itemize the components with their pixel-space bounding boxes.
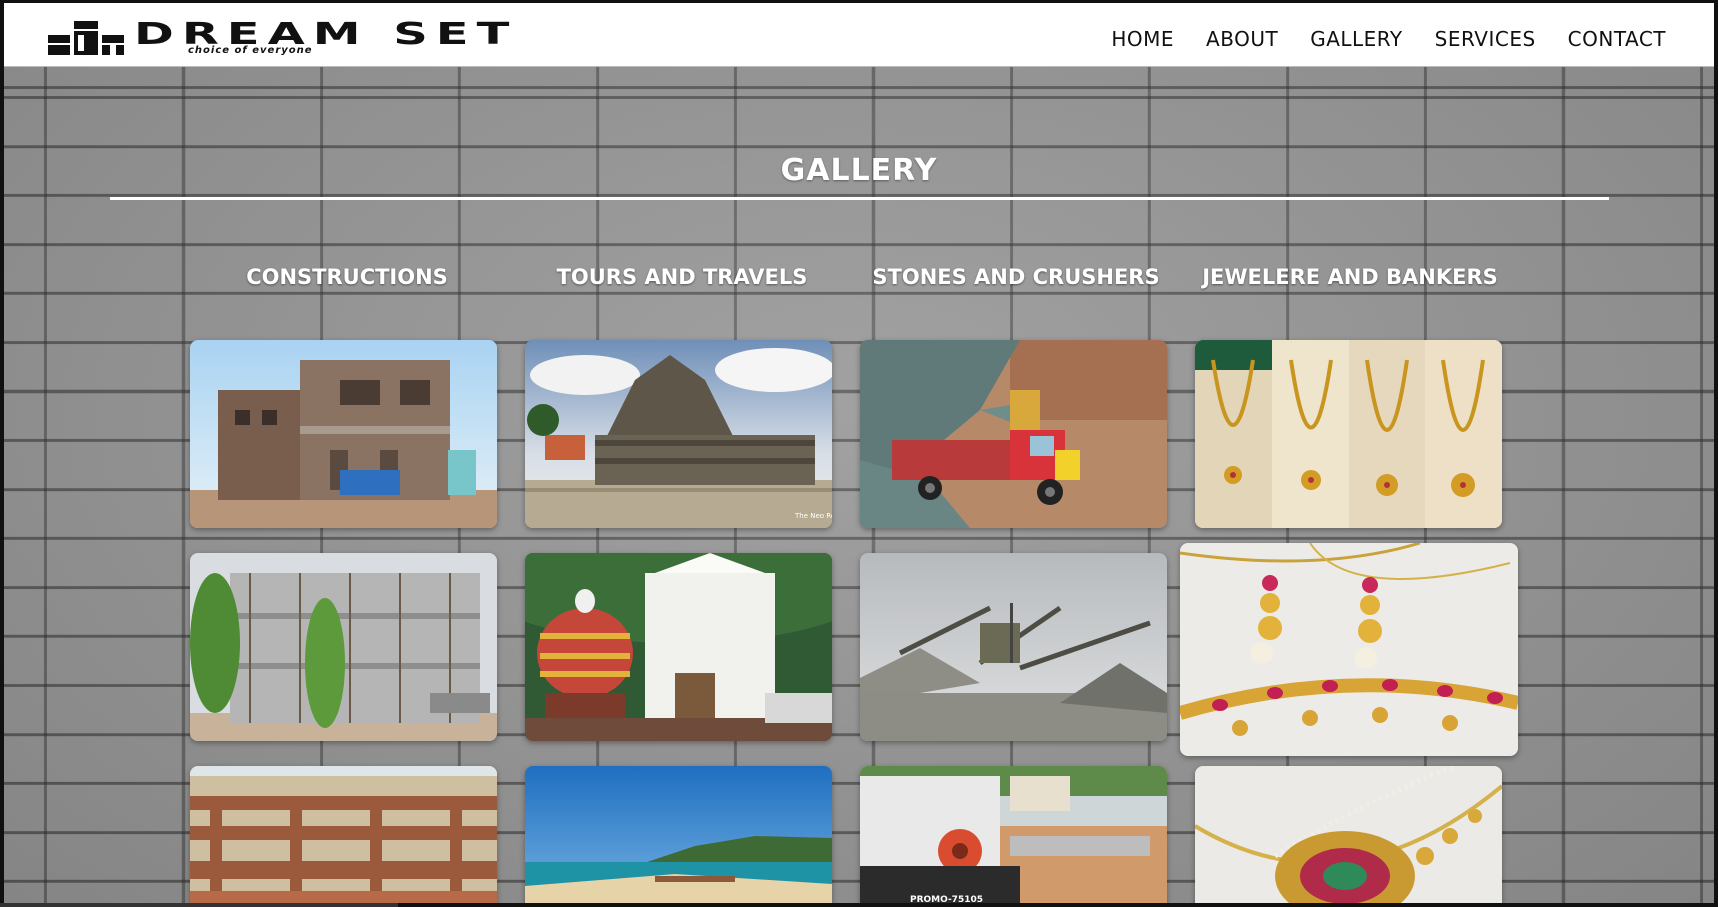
photo-mobile-crusher[interactable]: PROMO-75105 [860,766,1167,907]
photo-jewelry-necklaces[interactable] [1195,340,1502,528]
nav-home[interactable]: HOME [1111,27,1174,51]
page-title: GALLERY [780,153,938,188]
heading-jewelers-bankers: JEWELERE AND BANKERS [1202,265,1498,289]
brand-logo[interactable]: DREAM SET choice of everyone [48,17,509,61]
photo-stone-crusher-plant[interactable] [860,553,1167,741]
photo-travel-temple-gate[interactable] [525,553,832,741]
logo-mark-icon [48,21,124,55]
photo-stones-truck[interactable] [860,340,1167,528]
navbar: DREAM SET choice of everyone HOME ABOUT … [4,3,1714,67]
photo-jewelry-pendant[interactable] [1195,766,1502,907]
page: DREAM SET choice of everyone HOME ABOUT … [0,0,1718,907]
heading-constructions: CONSTRUCTIONS [246,265,448,289]
main-nav: HOME ABOUT GALLERY SERVICES CONTACT [1111,27,1666,51]
photo-watermark: The Neo Road [794,512,832,520]
nav-services[interactable]: SERVICES [1435,27,1536,51]
photo-construction-1[interactable] [190,340,497,528]
photo-travel-temple[interactable]: The Neo Road [525,340,832,528]
photo-jewelry-earrings[interactable] [1180,543,1518,756]
heading-tours-travels: TOURS AND TRAVELS [556,265,808,289]
brand-tagline: choice of everyone [188,45,313,56]
horizontal-scrollbar-thumb[interactable] [398,903,1718,907]
nav-contact[interactable]: CONTACT [1568,27,1666,51]
nav-about[interactable]: ABOUT [1206,27,1278,51]
heading-stones-crushers: STONES AND CRUSHERS [872,265,1160,289]
photo-travel-beach[interactable] [525,766,832,907]
nav-gallery[interactable]: GALLERY [1310,27,1402,51]
photo-construction-3[interactable] [190,766,497,907]
title-divider [110,197,1609,200]
photo-construction-2[interactable] [190,553,497,741]
